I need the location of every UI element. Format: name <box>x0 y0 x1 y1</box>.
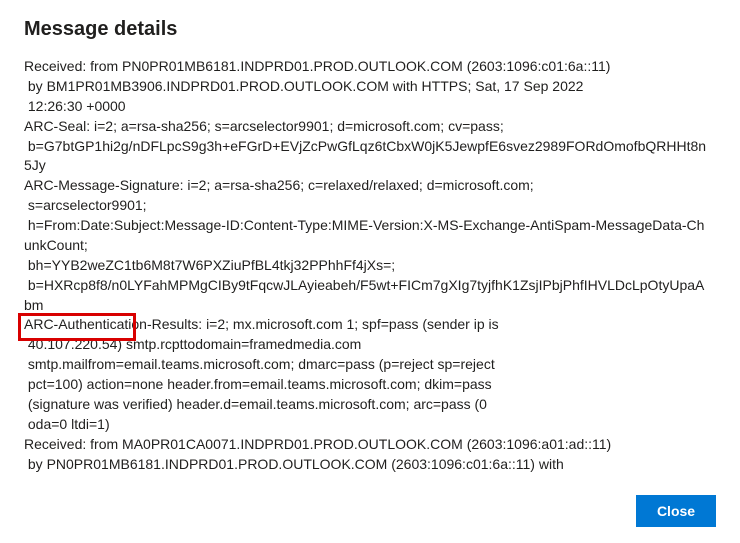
dialog-footer: Close <box>24 477 716 527</box>
message-details-dialog: Message details Received: from PN0PR01MB… <box>0 0 740 543</box>
close-button[interactable]: Close <box>636 495 716 527</box>
dialog-title: Message details <box>24 18 716 41</box>
message-headers-text[interactable]: Received: from PN0PR01MB6181.INDPRD01.PR… <box>24 57 716 477</box>
message-body-container: Received: from PN0PR01MB6181.INDPRD01.PR… <box>24 57 716 477</box>
